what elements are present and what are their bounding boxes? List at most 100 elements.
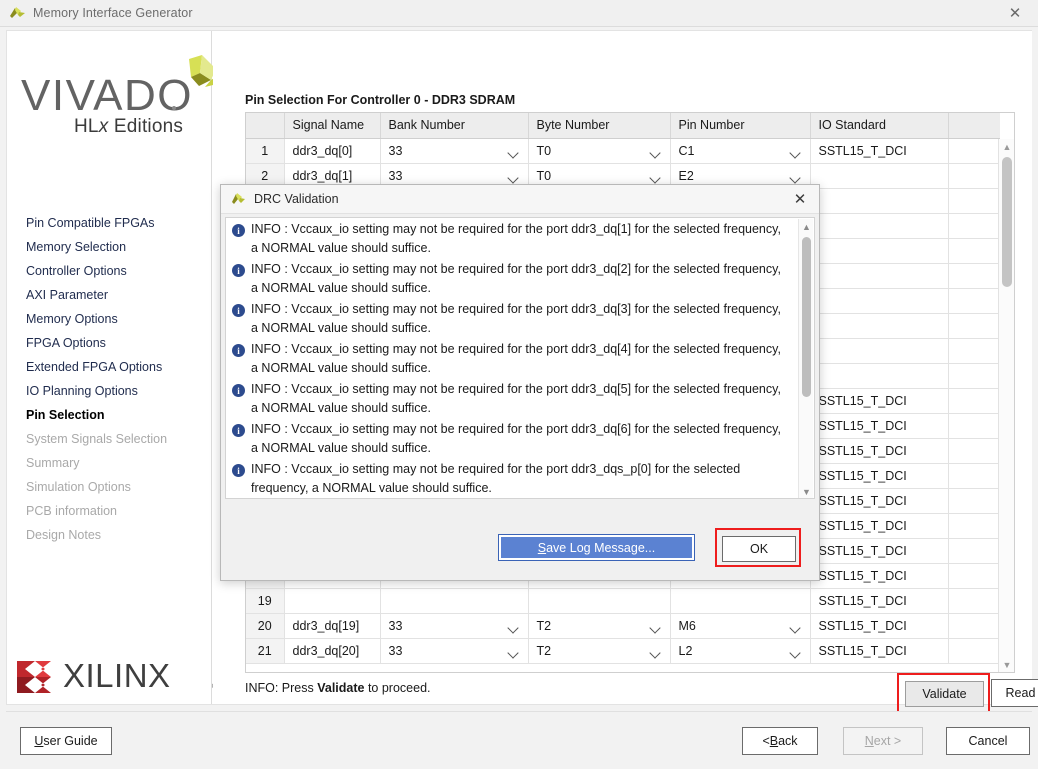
dialog-vertical-scrollbar[interactable]: ▲ ▼ xyxy=(798,219,813,499)
sidebar-item-pin-selection[interactable]: Pin Selection xyxy=(7,403,212,427)
col-header-index xyxy=(246,113,284,138)
close-icon[interactable]: ✕ xyxy=(783,185,817,213)
col-header-byte-number: Byte Number xyxy=(528,113,670,138)
user-guide-button[interactable]: User Guide xyxy=(20,727,112,755)
scroll-down-icon[interactable]: ▼ xyxy=(799,484,814,499)
table-row[interactable]: 19SSTL15_T_DCI xyxy=(246,588,1000,613)
sidebar-item-design-notes: Design Notes xyxy=(7,523,212,547)
dialog-message-item: iINFO : Vccaux_io setting may not be req… xyxy=(226,380,796,418)
dialog-message-item: i INFO : Vccaux_io setting may not be req… xyxy=(226,340,796,378)
sidebar-item-system-signals-selection: System Signals Selection xyxy=(7,427,212,451)
info-icon: i xyxy=(232,384,245,397)
row-index-cell: 19 xyxy=(246,588,284,613)
next-button: Next > xyxy=(843,727,923,755)
byte-number-select[interactable]: T2 xyxy=(528,638,670,663)
bank-number-select xyxy=(380,588,528,613)
dialog-title: DRC Validation xyxy=(254,192,339,206)
row-index-cell: 21 xyxy=(246,638,284,663)
dialog-message-item: iINFO : Vccaux_io setting may not be req… xyxy=(226,300,796,338)
dialog-message-text: INFO : Vccaux_io setting may not be requ… xyxy=(251,260,790,298)
byte-number-select[interactable]: T0 xyxy=(528,138,670,163)
io-standard-cell xyxy=(810,363,948,388)
pin-number-select[interactable]: M6 xyxy=(670,613,810,638)
sidebar-item-extended-fpga-options[interactable]: Extended FPGA Options xyxy=(7,355,212,379)
dialog-message-text: INFO : Vccaux_io setting may not be requ… xyxy=(251,340,790,378)
application-window: Memory Interface Generator ✕ VIVADO HLx … xyxy=(0,0,1038,769)
io-standard-cell: SSTL15_T_DCI xyxy=(810,463,948,488)
pin-number-select[interactable]: L2 xyxy=(670,638,810,663)
row-pad-cell xyxy=(948,588,1000,613)
col-header-bank-number: Bank Number xyxy=(380,113,528,138)
row-pad-cell xyxy=(948,463,1000,488)
scrollbar-thumb[interactable] xyxy=(1002,157,1012,287)
sidebar-item-pcb-information: PCB information xyxy=(7,499,212,523)
cancel-button[interactable]: Cancel xyxy=(946,727,1030,755)
table-row[interactable]: 20ddr3_dq[19]33T2M6SSTL15_T_DCI xyxy=(246,613,1000,638)
scroll-up-icon[interactable]: ▲ xyxy=(999,139,1015,155)
sidebar-item-io-planning-options[interactable]: IO Planning Options xyxy=(7,379,212,403)
validate-button[interactable]: Validate xyxy=(905,681,984,707)
vivado-leaf-icon xyxy=(230,191,246,207)
sidebar-item-pin-compatible-fpgas[interactable]: Pin Compatible FPGAs xyxy=(7,211,212,235)
dialog-message-list: i INFO : Vccaux_io setting may not be req… xyxy=(226,220,796,499)
io-standard-cell: SSTL15_T_DCI xyxy=(810,388,948,413)
row-pad-cell xyxy=(948,363,1000,388)
col-header-signal-name: Signal Name xyxy=(284,113,380,138)
table-vertical-scrollbar[interactable]: ▲ ▼ xyxy=(998,139,1014,673)
ok-button-highlight: OK xyxy=(715,528,801,567)
row-pad-cell xyxy=(948,488,1000,513)
vivado-edition-label: HLx Editions xyxy=(74,116,183,138)
bank-number-select[interactable]: 33 xyxy=(380,138,528,163)
io-standard-cell xyxy=(810,288,948,313)
scrollbar-thumb[interactable] xyxy=(802,237,811,397)
io-standard-cell: SSTL15_T_DCI xyxy=(810,563,948,588)
io-standard-cell xyxy=(810,213,948,238)
io-standard-cell: SSTL15_T_DCI xyxy=(810,513,948,538)
byte-number-select[interactable]: T2 xyxy=(528,613,670,638)
pin-number-select[interactable]: C1 xyxy=(670,138,810,163)
sidebar-item-controller-options[interactable]: Controller Options xyxy=(7,259,212,283)
dialog-message-text: INFO : Vccaux_io setting may not be requ… xyxy=(251,460,790,498)
status-message: INFO: Press Validate to proceed. xyxy=(245,681,431,695)
scroll-up-icon[interactable]: ▲ xyxy=(799,219,814,234)
sidebar-item-axi-parameter[interactable]: AXI Parameter xyxy=(7,283,212,307)
read-xdc-ucf-button[interactable]: Read XDC/UCF xyxy=(991,679,1038,707)
signal-name-cell xyxy=(284,588,380,613)
col-header-pin-number: Pin Number xyxy=(670,113,810,138)
sidebar-item-simulation-options: Simulation Options xyxy=(7,475,212,499)
scroll-down-icon[interactable]: ▼ xyxy=(999,657,1015,673)
sidebar-item-memory-selection[interactable]: Memory Selection xyxy=(7,235,212,259)
left-panel: VIVADO HLx Editions Pin Compatible FPGAs xyxy=(7,31,212,704)
vivado-period xyxy=(172,106,176,110)
dialog-message-item: iINFO : Vccaux_io setting may not be req… xyxy=(226,260,796,298)
bank-number-select[interactable]: 33 xyxy=(380,638,528,663)
table-row[interactable]: 1ddr3_dq[0]33T0C1SSTL15_T_DCI xyxy=(246,138,1000,163)
io-standard-cell xyxy=(810,163,948,188)
io-standard-cell: SSTL15_T_DCI xyxy=(810,413,948,438)
table-row[interactable]: 21ddr3_dq[20]33T2L2SSTL15_T_DCI xyxy=(246,638,1000,663)
io-standard-cell xyxy=(810,238,948,263)
xilinx-wordmark: XILINX xyxy=(63,657,171,695)
back-button[interactable]: < Back xyxy=(742,727,818,755)
ok-button[interactable]: OK xyxy=(722,536,796,562)
info-icon: i xyxy=(232,424,245,437)
save-log-message-button[interactable]: Save Log Message... xyxy=(498,534,695,561)
sidebar-nav: Pin Compatible FPGAs Memory Selection Co… xyxy=(7,211,212,547)
row-pad-cell xyxy=(948,213,1000,238)
signal-name-cell: ddr3_dq[20] xyxy=(284,638,380,663)
sidebar-item-fpga-options[interactable]: FPGA Options xyxy=(7,331,212,355)
dialog-message-item: iINFO : Vccaux_io setting may not be req… xyxy=(226,460,796,498)
sidebar-item-memory-options[interactable]: Memory Options xyxy=(7,307,212,331)
dialog-message-item: iINFO : Vccaux_io setting may not be req… xyxy=(226,420,796,458)
sidebar-item-summary: Summary xyxy=(7,451,212,475)
info-icon: i xyxy=(232,344,245,357)
close-icon[interactable]: ✕ xyxy=(992,0,1038,26)
io-standard-cell xyxy=(810,313,948,338)
row-pad-cell xyxy=(948,138,1000,163)
window-titlebar: Memory Interface Generator ✕ xyxy=(0,0,1038,27)
bank-number-select[interactable]: 33 xyxy=(380,613,528,638)
row-index-cell: 20 xyxy=(246,613,284,638)
row-pad-cell xyxy=(948,238,1000,263)
row-index-cell: 1 xyxy=(246,138,284,163)
io-standard-cell: SSTL15_T_DCI xyxy=(810,138,948,163)
